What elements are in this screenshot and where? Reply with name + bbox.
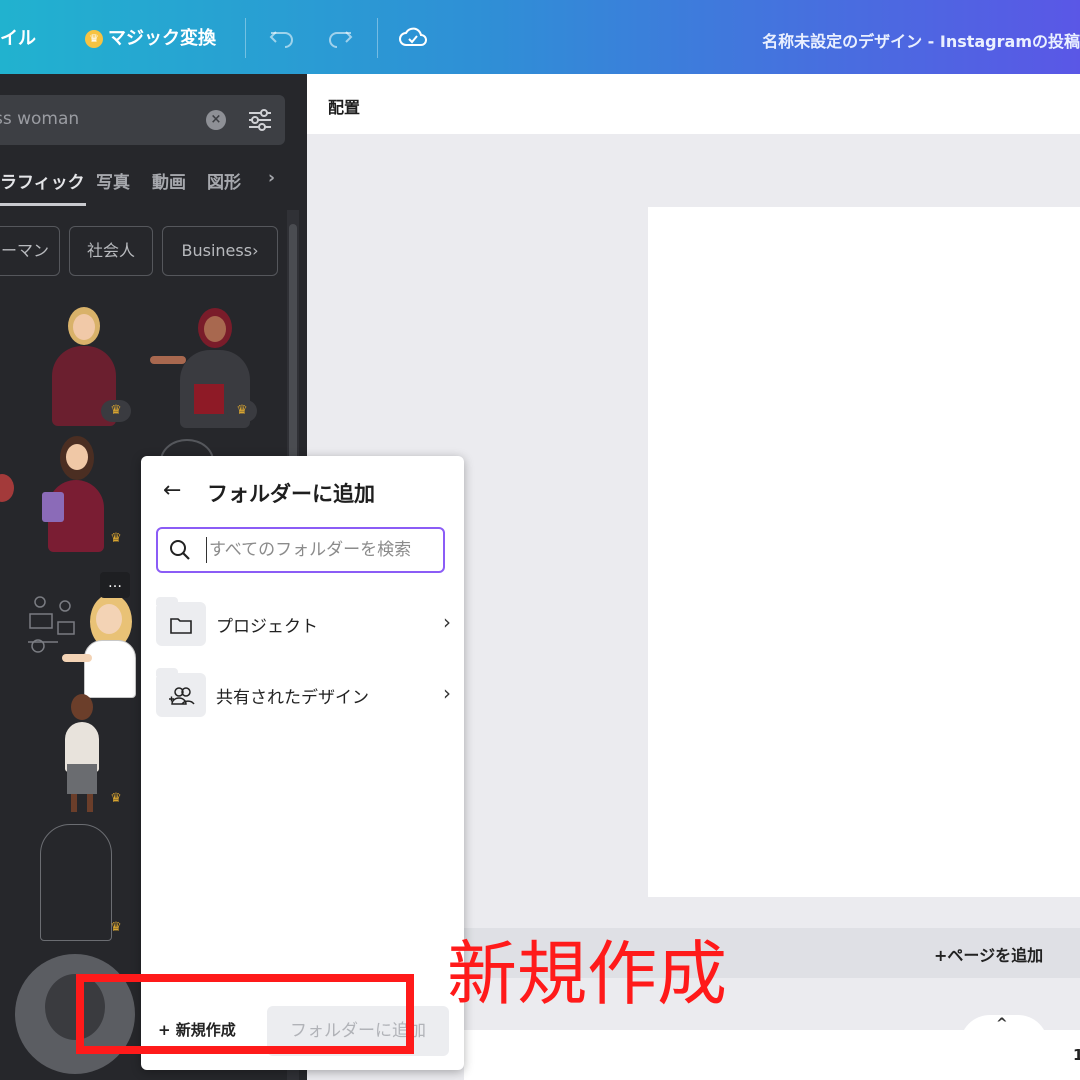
figure-arm bbox=[150, 356, 186, 364]
tab-videos[interactable]: 動画 bbox=[152, 168, 186, 193]
highlight-box bbox=[76, 974, 414, 1054]
search-icon bbox=[170, 540, 190, 560]
folder-label: プロジェクト bbox=[216, 617, 318, 637]
folder-search-input[interactable] bbox=[206, 537, 439, 563]
figure-face bbox=[96, 604, 122, 634]
divider bbox=[245, 18, 246, 58]
chevron-right-icon: › bbox=[443, 610, 451, 634]
folder-item-shared-designs[interactable]: 共有されたデザイン › bbox=[156, 668, 451, 721]
element-search-box[interactable]: ss woman × bbox=[0, 95, 285, 145]
shared-users-icon bbox=[169, 687, 195, 705]
folder-item-projects[interactable]: プロジェクト › bbox=[156, 597, 451, 650]
figure-face bbox=[66, 444, 88, 470]
search-input[interactable]: ss woman bbox=[0, 109, 79, 129]
figure-face bbox=[204, 316, 226, 342]
folder-prop bbox=[194, 384, 224, 414]
page-number: 1 bbox=[1073, 1046, 1080, 1064]
figure-leg bbox=[87, 794, 93, 812]
crown-icon: ♛ bbox=[110, 531, 122, 546]
filter-icon[interactable] bbox=[247, 108, 273, 132]
undo-icon[interactable] bbox=[268, 26, 296, 50]
context-toolbar: 配置 bbox=[307, 74, 1080, 134]
figure-head bbox=[71, 694, 93, 720]
annotation-label: 新規作成 bbox=[447, 933, 727, 1015]
tab-shapes[interactable]: 図形 bbox=[207, 168, 241, 193]
chevron-right-icon[interactable]: › bbox=[268, 168, 275, 188]
suggestion-chip[interactable]: 社会人 bbox=[69, 226, 153, 276]
document-title[interactable]: 名称未設定のデザイン - Instagramの投稿 bbox=[762, 28, 1080, 52]
crown-icon: ♛ bbox=[110, 920, 122, 935]
arrange-button[interactable]: 配置 bbox=[328, 94, 360, 118]
more-options-icon[interactable]: … bbox=[100, 572, 130, 598]
figure-body bbox=[84, 640, 136, 698]
chevron-up-icon[interactable]: ^ bbox=[996, 1016, 1008, 1032]
tablet-prop bbox=[42, 492, 64, 522]
chevron-right-icon: › bbox=[443, 681, 451, 705]
figure-leg bbox=[71, 794, 77, 812]
folder-search-box[interactable] bbox=[156, 527, 445, 573]
magic-switch-button[interactable]: マジック変換 bbox=[108, 24, 216, 50]
redo-icon[interactable] bbox=[326, 26, 354, 50]
folder-thumbnail bbox=[156, 597, 206, 646]
folder-icon bbox=[170, 618, 192, 634]
back-arrow-icon[interactable]: ← bbox=[163, 478, 181, 503]
figure-face bbox=[73, 314, 95, 340]
top-bar: イル ♛ マジック変換 名称未設定のデザイン - Instagramの投稿 bbox=[0, 0, 1080, 74]
cloud-saved-icon[interactable] bbox=[398, 25, 428, 49]
design-page[interactable] bbox=[648, 207, 1080, 897]
figure-arm bbox=[62, 654, 92, 662]
popup-title: フォルダーに追加 bbox=[207, 482, 375, 506]
tab-graphics[interactable]: ラフィック bbox=[0, 168, 85, 193]
suggestion-chip[interactable]: Business› bbox=[162, 226, 278, 276]
crown-icon: ♛ bbox=[110, 791, 122, 806]
figure-skirt bbox=[67, 764, 97, 794]
add-page-button[interactable]: +ページを追加 bbox=[934, 942, 1043, 966]
chevron-right-icon: › bbox=[252, 241, 259, 260]
figure-head bbox=[0, 474, 14, 502]
graphic-result[interactable] bbox=[40, 824, 112, 941]
chip-label: Business bbox=[181, 241, 253, 260]
graphic-result[interactable] bbox=[0, 469, 20, 539]
crown-icon: ♛ bbox=[110, 403, 122, 418]
suggestion-chip[interactable]: ーマン bbox=[0, 226, 60, 276]
folder-thumbnail bbox=[156, 668, 206, 717]
folder-label: 共有されたデザイン bbox=[216, 688, 369, 708]
crown-icon: ♛ bbox=[85, 30, 103, 48]
graphic-result[interactable] bbox=[0, 594, 140, 698]
divider bbox=[377, 18, 378, 58]
tab-photos[interactable]: 写真 bbox=[96, 168, 130, 193]
crown-icon: ♛ bbox=[236, 403, 248, 418]
file-menu-button[interactable]: イル bbox=[0, 24, 36, 50]
clear-icon[interactable]: × bbox=[206, 110, 226, 130]
active-tab-indicator bbox=[0, 203, 86, 206]
